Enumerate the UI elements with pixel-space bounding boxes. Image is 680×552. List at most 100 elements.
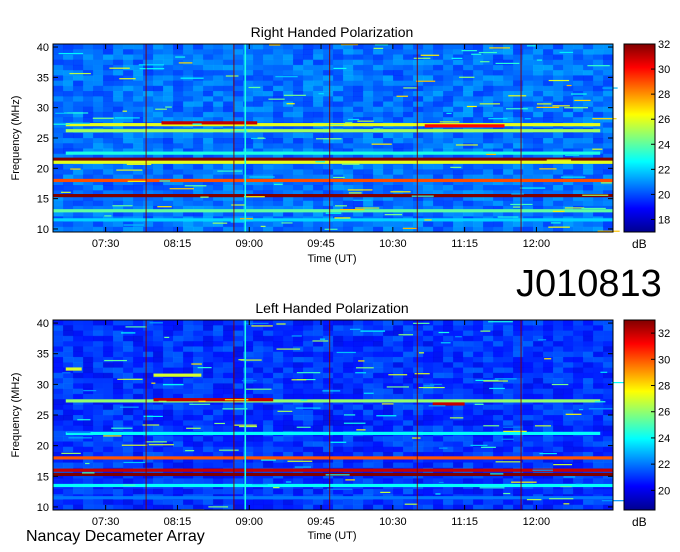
heatmap-cell (523, 64, 534, 71)
heatmap-cell (163, 143, 174, 149)
heatmap-cell (73, 117, 84, 123)
heatmap-cell (473, 409, 484, 416)
heatmap-cell (343, 330, 354, 337)
heatmap-cell (433, 441, 444, 448)
heatmap-cell (123, 101, 134, 108)
heatmap-cell (143, 393, 154, 400)
heatmap-cell (593, 388, 604, 395)
heatmap-cell (73, 80, 84, 87)
heatmap-cell (83, 393, 94, 400)
heatmap-cell (343, 64, 354, 71)
heatmap-cell (53, 356, 64, 363)
emission-speck (273, 486, 280, 489)
heatmap-cell (263, 441, 274, 448)
heatmap-cell (213, 351, 224, 358)
heatmap-cell (203, 138, 214, 144)
heatmap-cell (363, 164, 374, 170)
heatmap-cell (63, 356, 74, 363)
heatmap-cell (133, 478, 144, 485)
heatmap-cell (393, 388, 404, 395)
heatmap-cell (453, 330, 464, 337)
heatmap-cell (563, 59, 574, 66)
heatmap-cell (183, 70, 194, 76)
heatmap-cell (93, 346, 104, 353)
heatmap-cell (493, 200, 504, 207)
emission-speck (548, 226, 570, 228)
heatmap-cell (593, 441, 604, 448)
heatmap-cell (83, 335, 94, 342)
heatmap-cell (153, 221, 164, 228)
heatmap-cell (283, 499, 294, 506)
heatmap-cell (273, 200, 284, 207)
heatmap-cell (213, 320, 224, 326)
heatmap-cell (533, 372, 544, 379)
heatmap-cell (393, 330, 404, 337)
heatmap-cell (283, 335, 294, 342)
heatmap-cell (263, 446, 274, 453)
heatmap-cell (433, 462, 444, 469)
heatmap-cell (603, 75, 614, 81)
heatmap-cell (583, 49, 594, 55)
heatmap-cell (63, 54, 74, 61)
heatmap-cell (423, 91, 434, 97)
emission-speck (345, 122, 353, 124)
heatmap-cell (503, 106, 514, 113)
heatmap-cell (543, 200, 554, 207)
heatmap-cell (263, 70, 274, 76)
heatmap-cell (343, 341, 354, 347)
heatmap-cell (393, 367, 404, 374)
heatmap-cell (53, 420, 64, 426)
emission-speck (390, 191, 411, 193)
heatmap-cell (483, 367, 494, 374)
heatmap-cell (313, 221, 324, 228)
heatmap-cell (63, 138, 74, 144)
heatmap-cell (303, 409, 314, 416)
heatmap-cell (93, 462, 104, 469)
emission-speck (157, 206, 172, 208)
heatmap-cell (353, 169, 364, 175)
heatmap-cell (203, 388, 214, 395)
heatmap-cell (293, 378, 304, 384)
heatmap-cell (73, 143, 84, 149)
heatmap-cell (303, 346, 314, 353)
heatmap-cell (113, 132, 124, 139)
heatmap-cell (143, 106, 154, 113)
emission-speck (396, 95, 408, 97)
heatmap-cell (313, 85, 324, 92)
emission-speck (285, 481, 292, 483)
heatmap-cell (463, 341, 474, 347)
heatmap-cell (483, 404, 494, 411)
heatmap-cell (93, 132, 104, 139)
heatmap-cell (503, 346, 514, 353)
heatmap-cell (363, 96, 374, 102)
heatmap-cell (123, 111, 134, 118)
heatmap-cell (453, 420, 464, 426)
heatmap-cell (553, 138, 564, 144)
heatmap-cell (313, 499, 324, 506)
heatmap-cell (263, 59, 274, 66)
heatmap-cell (373, 409, 384, 416)
heatmap-cell (423, 132, 434, 139)
heatmap-cell (53, 378, 64, 384)
heatmap-cell (583, 367, 594, 374)
heatmap-cell (83, 59, 94, 66)
heatmap-cell (313, 425, 324, 432)
heatmap-cell (303, 70, 314, 76)
heatmap-cell (123, 341, 134, 347)
heatmap-cell (453, 221, 464, 228)
heatmap-cell (593, 49, 604, 55)
heatmap-cell (403, 388, 414, 395)
emission-speck (438, 481, 444, 484)
heatmap-cell (433, 106, 444, 113)
heatmap-cell (123, 44, 134, 50)
heatmap-cell (373, 335, 384, 342)
heatmap-cell (443, 320, 454, 326)
heatmap-cell (433, 409, 444, 416)
heatmap-cell (153, 70, 164, 76)
heatmap-cell (183, 441, 194, 448)
heatmap-cell (93, 488, 104, 495)
emission-speck (333, 67, 347, 70)
heatmap-cell (233, 462, 244, 469)
heatmap-cell (273, 101, 284, 108)
emission-speck (536, 59, 543, 61)
